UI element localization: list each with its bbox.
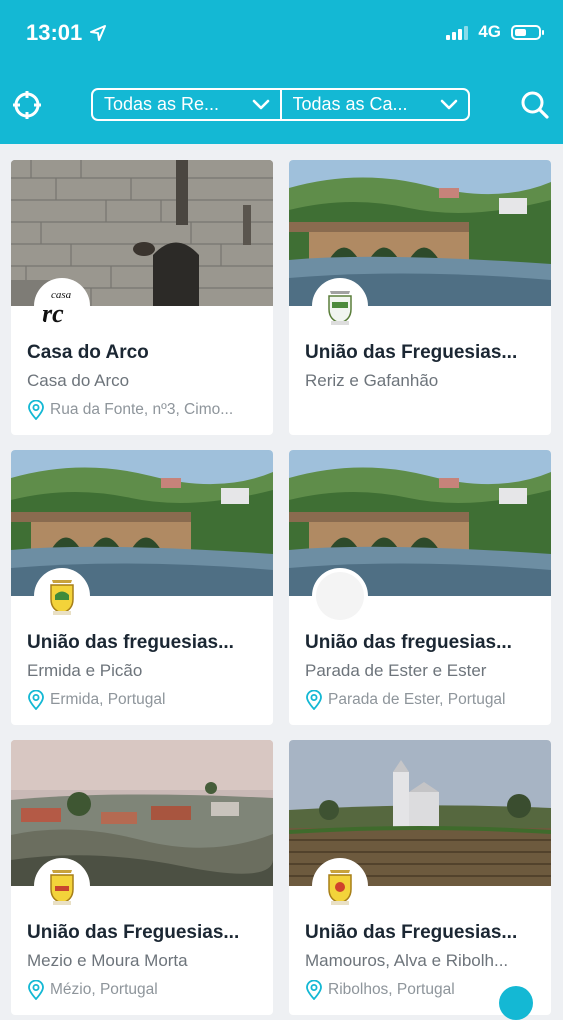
chevron-down-icon	[252, 99, 269, 109]
map-pin-icon	[28, 690, 44, 710]
card-address-text: Parada de Ester, Portugal	[328, 691, 506, 708]
status-time-text: 13:01	[26, 20, 83, 45]
card-address: Parada de Ester, Portugal	[305, 690, 545, 710]
card-subtitle: Casa do Arco	[27, 371, 130, 390]
card-subtitle: Ermida e Picão	[27, 661, 143, 680]
parish-crest-icon	[38, 572, 86, 620]
card-title: União das freguesias...	[305, 632, 512, 653]
listing-card[interactable]: União das Freguesias... Mamouros, Alva e…	[289, 740, 551, 1015]
chevron-down-icon	[440, 99, 458, 109]
card-subtitle: Mamouros, Alva e Ribolh...	[305, 951, 509, 970]
card-address-text: Ermida, Portugal	[50, 691, 166, 708]
app-header: 13:01 4G Todas as Re... Todas as Ca...	[0, 0, 563, 144]
battery-icon	[511, 24, 544, 40]
listing-card[interactable]: União das Freguesias... Reriz e Gafanhão	[289, 160, 551, 435]
status-indicators: 4G	[446, 22, 544, 42]
casa-arco-logo: casa rc	[38, 282, 86, 330]
map-pin-icon	[306, 690, 322, 710]
locate-button[interactable]	[12, 90, 42, 120]
status-time: 13:01	[26, 20, 107, 46]
map-pin-icon	[28, 400, 44, 420]
card-address-text: Ribolhos, Portugal	[328, 981, 455, 998]
region-filter-dropdown[interactable]: Todas as Re...	[93, 90, 280, 119]
card-title: União das Freguesias...	[305, 342, 518, 363]
crosshair-icon	[13, 91, 41, 119]
card-title: Casa do Arco	[27, 342, 149, 363]
card-title: União das freguesias...	[27, 632, 234, 653]
card-address: Ermida, Portugal	[27, 690, 267, 710]
parish-crest-icon	[316, 282, 364, 330]
signal-icon	[446, 24, 469, 40]
region-filter-label: Todas as Re...	[104, 94, 220, 114]
listing-card[interactable]: União das freguesias... Parada de Ester …	[289, 450, 551, 725]
casa-arco-logo-word-arc: rc	[42, 299, 64, 328]
parish-crest-icon	[316, 862, 364, 910]
map-pin-icon	[28, 980, 44, 1000]
blank-logo	[316, 572, 364, 620]
category-filter-dropdown[interactable]: Todas as Ca...	[279, 90, 469, 119]
listing-card[interactable]: União das freguesias... Ermida e Picão E…	[11, 450, 273, 725]
card-title: União das Freguesias...	[27, 922, 240, 943]
network-label: 4G	[478, 22, 501, 41]
floating-action-button[interactable]	[499, 986, 533, 1020]
card-subtitle: Parada de Ester e Ester	[305, 661, 487, 680]
card-subtitle: Reriz e Gafanhão	[305, 371, 439, 390]
card-address: Mézio, Portugal	[27, 980, 267, 1000]
listing-card[interactable]: União das Freguesias... Mezio e Moura Mo…	[11, 740, 273, 1015]
filter-bar: Todas as Re... Todas as Ca...	[91, 88, 470, 121]
card-address: Rua da Fonte, nº3, Cimo...	[27, 400, 267, 420]
location-arrow-icon	[90, 25, 107, 41]
card-title: União das Freguesias...	[305, 922, 518, 943]
listing-card[interactable]: casa rc Casa do Arco Casa do Arco Rua da…	[11, 160, 273, 435]
search-icon	[521, 91, 549, 119]
search-button[interactable]	[520, 90, 550, 120]
map-pin-icon	[306, 980, 322, 1000]
card-address-text: Mézio, Portugal	[50, 981, 158, 998]
parish-crest-icon	[38, 862, 86, 910]
card-address-text: Rua da Fonte, nº3, Cimo...	[50, 401, 234, 418]
card-subtitle: Mezio e Moura Morta	[27, 951, 188, 970]
category-filter-label: Todas as Ca...	[292, 94, 408, 114]
